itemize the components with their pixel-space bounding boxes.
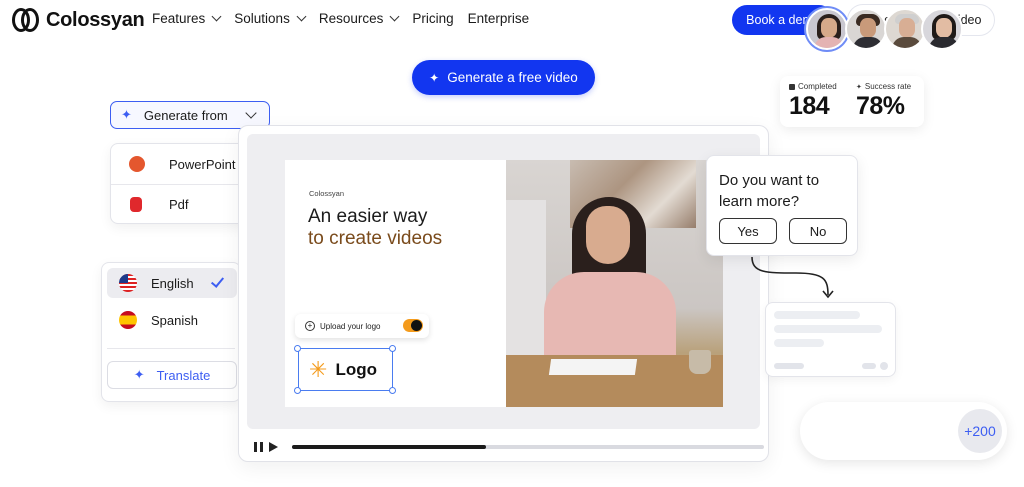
language-label: Spanish	[151, 312, 198, 328]
stat-label: Success rate	[864, 82, 912, 91]
flow-arrow-icon	[751, 256, 834, 299]
presenter-photo	[506, 160, 723, 407]
resize-handle[interactable]	[294, 345, 301, 352]
question-text: Do you want to learn more?	[719, 170, 819, 212]
player-controls	[254, 440, 764, 454]
sparkle-icon: ✦	[133, 367, 145, 382]
upload-logo-toggle[interactable]: + Upload your logo	[295, 314, 429, 338]
powerpoint-icon	[129, 156, 145, 172]
resize-handle[interactable]	[389, 345, 396, 352]
avatar[interactable]	[884, 8, 926, 50]
brand-logo[interactable]: Colossyan	[12, 7, 145, 33]
language-panel: English Spanish ✦ Translate	[101, 262, 241, 402]
sparkle-icon: ✦	[856, 83, 862, 91]
language-label: English	[151, 275, 194, 291]
question-line1: Do you want to	[719, 172, 820, 189]
resize-handle[interactable]	[294, 387, 301, 394]
nav-resources-label: Resources	[318, 11, 384, 26]
checkmark-icon	[210, 274, 225, 288]
stat-value: 184	[789, 92, 830, 120]
nav-features-label: Features	[152, 11, 206, 26]
more-avatars-count[interactable]: +200	[958, 409, 1002, 453]
slide-brand: Colossyan	[309, 189, 345, 198]
placeholder-card	[765, 302, 896, 377]
stat-completed: Completed 184	[789, 82, 837, 121]
brand-name: Colossyan	[46, 8, 145, 31]
chevron-down-icon	[211, 11, 222, 22]
no-button[interactable]: No	[789, 218, 847, 244]
progress-track[interactable]	[292, 445, 764, 449]
completed-icon	[789, 83, 795, 90]
slide-headline-line2: to create videos	[308, 228, 443, 249]
nav-features[interactable]: Features	[152, 11, 222, 26]
main-nav: Features Solutions Resources Pricing Ent…	[152, 11, 543, 26]
nav-solutions-label: Solutions	[234, 11, 290, 26]
progress-fill	[292, 445, 486, 449]
chevron-down-icon	[245, 107, 257, 119]
nav-resources[interactable]: Resources	[318, 11, 400, 26]
stat-label: Completed	[798, 82, 837, 91]
sparkle-icon: ✦	[121, 107, 132, 122]
sparkle-icon: ✦	[429, 70, 440, 85]
yes-button[interactable]: Yes	[719, 218, 777, 244]
colossyan-logo-icon	[12, 7, 40, 33]
stat-value: 78%	[856, 92, 905, 120]
language-option-english[interactable]: English	[107, 268, 237, 298]
hero-generate-free-video-button[interactable]: ✦ Generate a free video	[412, 60, 595, 95]
menu-item-label: PowerPoint	[169, 156, 236, 172]
avatar[interactable]	[921, 8, 963, 50]
pause-icon[interactable]	[254, 442, 263, 452]
avatar[interactable]	[845, 8, 887, 50]
upload-logo-label: Upload your logo	[320, 321, 381, 331]
divider	[107, 348, 235, 349]
nav-enterprise[interactable]: Enterprise	[468, 11, 530, 26]
toggle-switch[interactable]	[403, 319, 423, 332]
avatar[interactable]	[806, 8, 848, 50]
translate-button[interactable]: ✦ Translate	[107, 361, 237, 389]
play-icon[interactable]	[269, 442, 278, 452]
chevron-down-icon	[296, 11, 307, 22]
logo-text: Logo	[335, 359, 377, 379]
translate-label: Translate	[156, 367, 211, 383]
chevron-down-icon	[389, 11, 400, 22]
stat-success-rate: ✦ Success rate 78%	[856, 82, 911, 121]
nav-pricing[interactable]: Pricing	[412, 11, 453, 26]
language-option-spanish[interactable]: Spanish	[107, 305, 237, 335]
spain-flag-icon	[119, 311, 137, 329]
stats-card: Completed 184 ✦ Success rate 78%	[780, 76, 924, 127]
plus-circle-icon: +	[305, 321, 315, 331]
nav-solutions[interactable]: Solutions	[234, 11, 307, 26]
hero-cta-label: Generate a free video	[447, 70, 578, 85]
slide-headline-line1: An easier way	[308, 206, 428, 227]
resize-handle[interactable]	[389, 387, 396, 394]
question-line2: learn more?	[719, 193, 800, 210]
menu-item-label: Pdf	[169, 197, 189, 212]
us-flag-icon	[119, 274, 137, 292]
pdf-icon	[130, 197, 142, 212]
sun-logo-icon: ✳	[309, 356, 328, 382]
question-card: Do you want to learn more? Yes No	[706, 155, 858, 256]
logo-placeholder[interactable]: ✳ Logo	[298, 348, 393, 391]
generate-from-label: Generate from	[143, 107, 228, 123]
